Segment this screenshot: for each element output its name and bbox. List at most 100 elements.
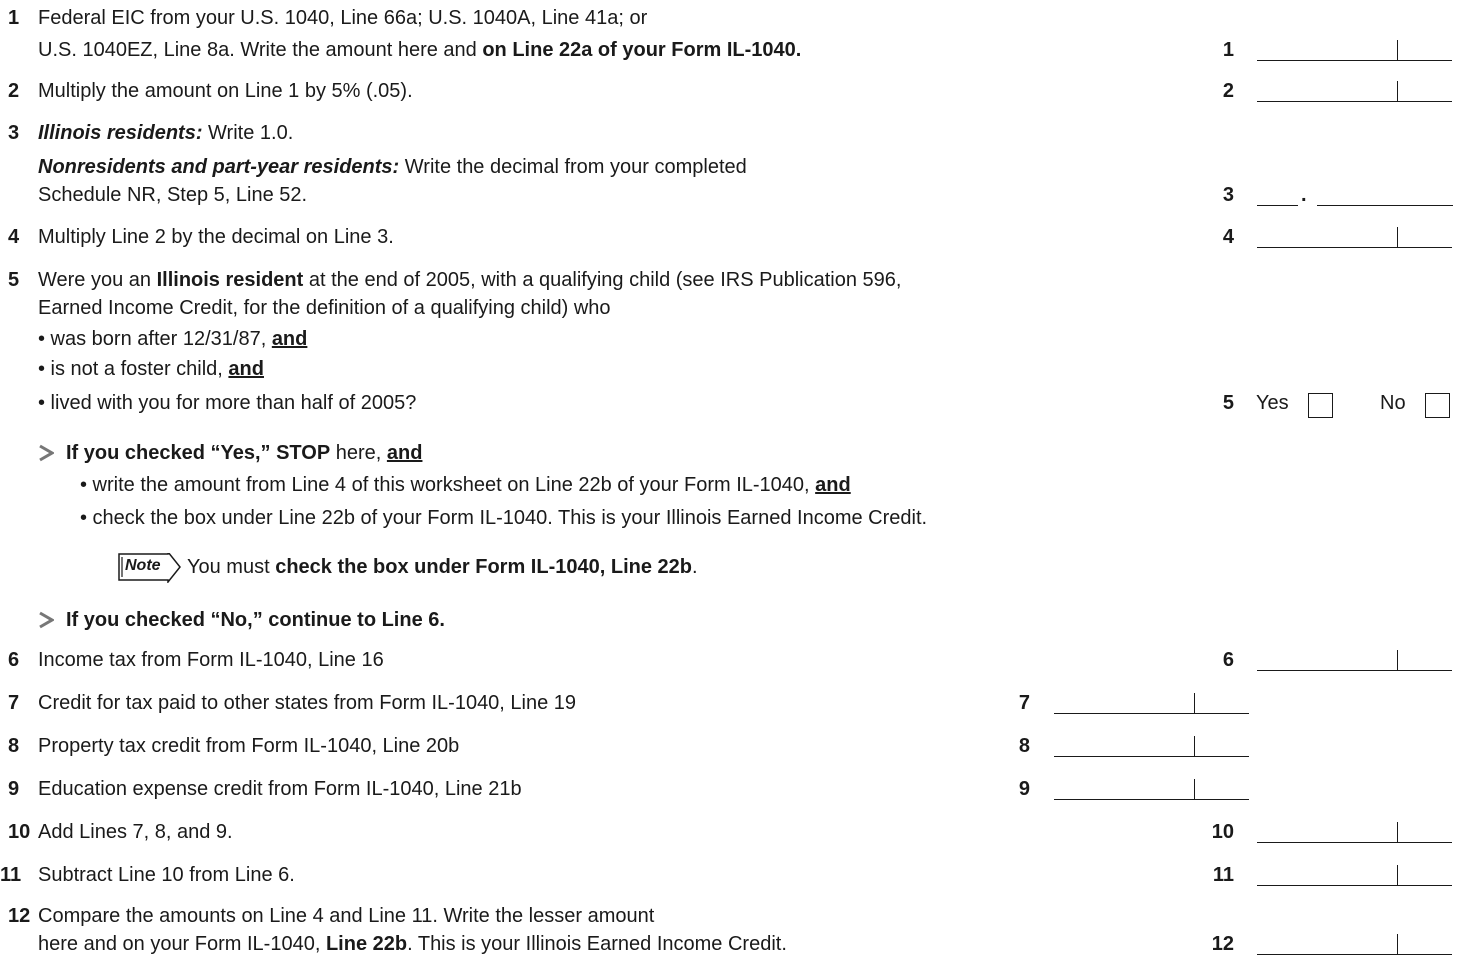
line-12-text: Compare the amounts on Line 4 and Line 1… [38, 905, 655, 927]
line-5-q-post: at the end of 2005, with a qualifying ch… [303, 269, 902, 291]
stop-no-instruction: If you checked “No,” continue to Line 6. [66, 609, 445, 631]
dollars-field[interactable] [1257, 650, 1398, 671]
dollars-field[interactable] [1257, 81, 1398, 102]
and-emphasis: and [815, 474, 851, 496]
line-3-residents-text: Write 1.0. [202, 122, 294, 144]
cents-field[interactable] [1398, 822, 1452, 843]
line-11-ref: 11 [1212, 864, 1234, 886]
line-2-text: Multiply the amount on Line 1 by 5% (.05… [38, 80, 413, 102]
no-label: No [1380, 392, 1406, 414]
line-11-number: 11 [0, 864, 22, 886]
line-2-ref: 2 [1222, 80, 1234, 102]
line-7-number: 7 [8, 692, 20, 714]
line-12-text-b: here and on your Form IL-1040, [38, 933, 326, 955]
note-pre: You must [187, 556, 276, 578]
line-3-residents: Illinois residents: Write 1.0. [38, 121, 293, 145]
line-5-bullet-1: • was born after 12/31/87, and [38, 327, 307, 351]
cents-field[interactable] [1398, 227, 1452, 248]
dollars-field[interactable] [1257, 227, 1398, 248]
dollars-field[interactable] [1054, 693, 1195, 714]
dollars-field[interactable] [1257, 822, 1398, 843]
dollars-field[interactable] [1257, 865, 1398, 886]
line-6-ref: 6 [1222, 649, 1234, 671]
yes-checkbox[interactable] [1308, 393, 1333, 418]
line-5-bullet-3: • lived with you for more than half of 2… [38, 392, 417, 414]
cents-field[interactable] [1195, 779, 1249, 800]
line-1-text: Federal EIC from your U.S. 1040, Line 66… [38, 7, 648, 29]
no-checkbox[interactable] [1425, 393, 1450, 418]
bullet-text: • write the amount from Line 4 of this w… [80, 474, 816, 496]
bullet-text: • was born after 12/31/87, [38, 328, 272, 350]
line-5-bullet-2: • is not a foster child, and [38, 357, 264, 381]
line-3-number: 3 [8, 122, 20, 144]
line-12-text-cont: here and on your Form IL-1040, Line 22b.… [38, 932, 787, 956]
stop-yes-bullet-1: • write the amount from Line 4 of this w… [80, 473, 851, 497]
stop-yes-mid: here, [330, 442, 387, 464]
line-1-text-bold: on Line 22a of your Form IL-1040. [482, 39, 802, 61]
and-emphasis: and [386, 442, 423, 464]
line-9-number: 9 [8, 778, 20, 800]
cents-field[interactable] [1398, 40, 1452, 61]
stop-yes-bold: If you checked “Yes,” STOP [66, 442, 331, 464]
line-2-number: 2 [8, 80, 20, 102]
cents-field[interactable] [1398, 934, 1452, 955]
stop-yes-bullet-2: • check the box under Line 22b of your F… [80, 507, 928, 529]
and-emphasis: and [228, 358, 264, 380]
line-5-ref: 5 [1222, 392, 1234, 414]
line-6-text: Income tax from Form IL-1040, Line 16 [38, 649, 384, 671]
line-10-number: 10 [8, 821, 31, 843]
arrow-icon [39, 444, 54, 462]
cents-field[interactable] [1195, 736, 1249, 757]
line-10-text: Add Lines 7, 8, and 9. [38, 821, 233, 843]
whole-part-field[interactable] [1257, 185, 1298, 206]
line-4-number: 4 [8, 226, 20, 248]
line-1-ref: 1 [1222, 39, 1234, 61]
cents-field[interactable] [1398, 865, 1452, 886]
line-7-ref: 7 [1018, 692, 1030, 714]
line-9-text: Education expense credit from Form IL-10… [38, 778, 522, 800]
line-8-text: Property tax credit from Form IL-1040, L… [38, 735, 460, 757]
line-12-number: 12 [8, 905, 31, 927]
cents-field[interactable] [1398, 81, 1452, 102]
line-3-residents-label: Illinois residents: [38, 122, 203, 144]
line-5-number: 5 [8, 269, 20, 291]
line-9-ref: 9 [1018, 778, 1030, 800]
fraction-part-field[interactable] [1317, 185, 1453, 206]
stop-yes-instruction: If you checked “Yes,” STOP here, and [66, 441, 422, 465]
note-icon: Note [118, 553, 182, 583]
line-3-nonresidents: Nonresidents and part-year residents: Wr… [38, 155, 747, 179]
line-1-text-cont: U.S. 1040EZ, Line 8a. Write the amount h… [38, 38, 801, 62]
line-6-number: 6 [8, 649, 20, 671]
line-12-ref: 12 [1211, 933, 1234, 955]
dollars-field[interactable] [1054, 779, 1195, 800]
decimal-point: . [1301, 184, 1307, 206]
line-5-q-bold: Illinois resident [156, 269, 304, 291]
line-7-text: Credit for tax paid to other states from… [38, 692, 577, 714]
bullet-text: • is not a foster child, [38, 358, 229, 380]
arrow-icon [39, 611, 54, 629]
line-5-question-cont: Earned Income Credit, for the definition… [38, 297, 611, 319]
line-3-nonresidents-text: Write the decimal from your completed [399, 156, 747, 178]
note-bold: check the box under Form IL-1040, Line 2… [275, 556, 692, 578]
note-icon-label: Note [125, 557, 161, 574]
line-10-ref: 10 [1211, 821, 1234, 843]
line-5-question: Were you an Illinois resident at the end… [38, 268, 901, 292]
line-4-ref: 4 [1222, 226, 1234, 248]
line-1-text-b: U.S. 1040EZ, Line 8a. Write the amount h… [38, 39, 483, 61]
note-text: You must check the box under Form IL-104… [187, 555, 698, 579]
note-post: . [691, 556, 698, 578]
cents-field[interactable] [1195, 693, 1249, 714]
yes-label: Yes [1256, 392, 1289, 414]
line-12-text-bold: Line 22b [325, 933, 408, 955]
line-3-nonresidents-label: Nonresidents and part-year residents: [38, 156, 400, 178]
line-3-ref: 3 [1222, 184, 1234, 206]
line-8-ref: 8 [1018, 735, 1030, 757]
cents-field[interactable] [1398, 650, 1452, 671]
line-5-q-pre: Were you an [38, 269, 157, 291]
dollars-field[interactable] [1257, 40, 1398, 61]
line-12-text-post: . This is your Illinois Earned Income Cr… [407, 933, 787, 955]
line-8-number: 8 [8, 735, 20, 757]
and-emphasis: and [271, 328, 308, 350]
dollars-field[interactable] [1054, 736, 1195, 757]
dollars-field[interactable] [1257, 934, 1398, 955]
